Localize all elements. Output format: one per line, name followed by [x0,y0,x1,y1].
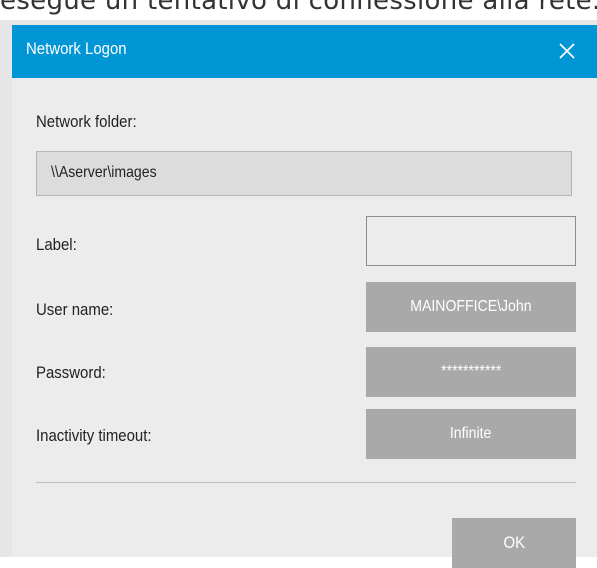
inactivity-timeout-select[interactable]: Infinite [366,409,576,459]
close-icon [558,42,576,60]
close-button[interactable] [547,31,587,71]
network-folder-value: \\Aserver\images [51,164,157,181]
dialog-body: Network folder: \\Aserver\images Label: … [12,78,597,568]
ok-button[interactable]: OK [452,518,576,568]
dialog-title: Network Logon [26,39,127,58]
network-folder-field[interactable]: \\Aserver\images [36,151,572,196]
inactivity-timeout-label: Inactivity timeout: [36,426,152,445]
user-name-field[interactable]: MAINOFFICE\John [366,282,576,332]
user-name-label: User name: [36,300,114,319]
password-value: *********** [440,363,502,380]
label-label: Label: [36,235,77,254]
label-input[interactable] [366,216,576,266]
user-name-value: MAINOFFICE\John [410,298,532,315]
ok-button-label: OK [503,533,525,552]
network-logon-dialog: Network Logon Network folder: \\Aserver\… [0,20,597,568]
password-label: Password: [36,363,106,382]
network-folder-label: Network folder: [36,112,137,131]
password-field[interactable]: *********** [366,347,576,397]
inactivity-timeout-value: Infinite [450,425,492,442]
background-caption: esegue un tentativo di connessione alla … [0,0,597,16]
dialog-titlebar: Network Logon [12,25,597,78]
divider [36,482,576,483]
